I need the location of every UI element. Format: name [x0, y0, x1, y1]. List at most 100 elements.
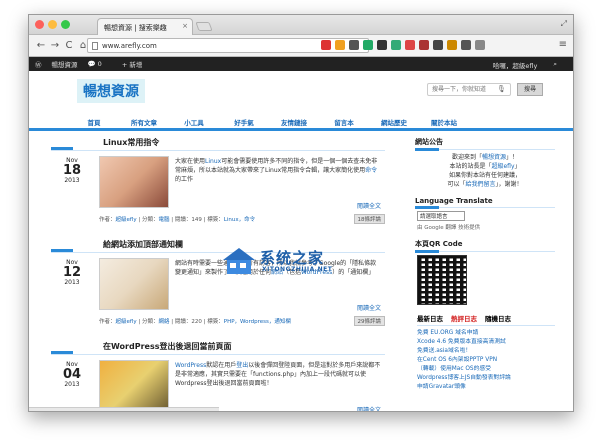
language-select[interactable]: 請選取語言 — [417, 211, 465, 221]
forward-button[interactable]: → — [49, 40, 61, 51]
extension-icons — [321, 40, 485, 50]
read-more-link[interactable]: 閱讀全文 — [357, 201, 381, 210]
active-tab[interactable]: 暢想資源 | 搜索樂趣 × — [97, 18, 193, 35]
notice-text: 歡迎來到「暢想資源」！ 本站的站長是「超級efly」 如果你對本站有任何建議， … — [447, 154, 523, 188]
watermark-url: XITONGZHIJIA.NET — [262, 266, 333, 273]
minimize-window-button[interactable] — [48, 20, 57, 29]
comments-count: 0 — [97, 60, 102, 68]
category-link[interactable]: 電腦 — [159, 217, 170, 223]
qr-title: 本頁QR Code — [415, 239, 555, 253]
recent-posts-list: 免費 EU.ORG 域名申請 Xcode 4.6 免費版本直接高清測試 免費送.as… — [417, 329, 555, 392]
back-button[interactable]: ← — [35, 40, 47, 51]
extension-icon[interactable] — [405, 40, 415, 50]
recent-post-link[interactable]: Wordpress博客上JS自動發表對評論 — [417, 374, 555, 383]
nav-item[interactable]: 所有文章 — [119, 117, 169, 128]
post-thumbnail[interactable] — [99, 156, 169, 208]
admin-greeting[interactable]: 哈囉，超級efly — [493, 60, 537, 70]
site-navigation: 首頁 所有文章 小工具 好手氣 友情鏈接 留言本 網站歷史 關於本站 — [29, 117, 573, 131]
category-link[interactable]: 網絡 — [159, 319, 170, 325]
guestbook-link[interactable]: 給我們留言 — [465, 181, 495, 188]
excerpt-link[interactable]: WordPress — [175, 362, 206, 369]
excerpt-link[interactable]: 命令 — [365, 167, 377, 174]
tab-close-icon[interactable]: × — [182, 22, 188, 30]
extension-icon[interactable] — [447, 40, 457, 50]
admin-comments[interactable]: 💬 0 — [88, 60, 112, 68]
tag-links[interactable]: PHP，Wordpress，通知欄 — [224, 319, 291, 325]
notice-widget: 網站公告 歡迎來到「暢想資源」！ 本站的站長是「超級efly」 如果你對本站有任… — [415, 137, 555, 189]
sidebar-tab[interactable]: 最新日志 — [417, 313, 443, 323]
site-name-link[interactable]: 暢想資源 — [482, 154, 506, 161]
post-tabs: 最新日志 熱評日志 隨機日志 — [417, 313, 555, 326]
horizontal-scrollbar[interactable] — [29, 407, 219, 411]
close-window-button[interactable] — [35, 20, 44, 29]
excerpt-link[interactable]: Linux — [205, 158, 221, 165]
recent-post-link[interactable]: 免費 EU.ORG 域名申請 — [417, 329, 555, 338]
post-excerpt: 大家在使用Linux可能會需要使用許多不同的指令，但是一個一個去查未免非常麻煩，… — [175, 158, 378, 183]
recent-post-link[interactable]: Xcode 4.6 免費版本直接高清測試 — [417, 338, 555, 347]
wordpress-logo-icon[interactable]: Ⓦ — [35, 59, 42, 69]
admin-name-link[interactable]: 超級efly — [491, 163, 514, 170]
nav-item[interactable]: 首頁 — [69, 117, 119, 128]
tag-links[interactable]: Linux，命令 — [224, 217, 255, 223]
watermark-house-icon — [223, 248, 255, 274]
recent-post-link[interactable]: 在Cent OS 6內架設PPTP VPN — [417, 356, 555, 365]
post-meta: 作者：超級efly | 分類：網絡 | 閱讀：220 | 標簽：PHP，Word… — [99, 319, 291, 325]
address-url: www.arefly.com — [102, 42, 157, 50]
browser-toolbar: ← → C ⌂ www.arefly.com ≡ — [29, 35, 573, 57]
tab-bar: 暢想資源 | 搜索樂趣 × ⤢ — [29, 15, 573, 35]
extension-icon[interactable] — [363, 40, 373, 50]
excerpt-link[interactable]: 登出 — [236, 362, 248, 369]
admin-site-name[interactable]: 暢想資源 — [52, 59, 78, 69]
menu-icon[interactable]: ≡ — [559, 39, 567, 50]
notice-title: 網站公告 — [415, 137, 555, 151]
site-logo[interactable]: 暢想資源 — [77, 79, 145, 103]
nav-item[interactable]: 網站歷史 — [369, 117, 419, 128]
read-more-link[interactable]: 閱讀全文 — [357, 303, 381, 312]
qr-code-image — [417, 255, 467, 305]
extension-icon[interactable] — [377, 40, 387, 50]
extension-icon[interactable] — [321, 40, 331, 50]
google-translate-credit[interactable]: 由 Google 翻譯 技術提供 — [417, 223, 555, 231]
site-search-button[interactable]: 搜尋 — [517, 83, 543, 96]
fullscreen-icon[interactable]: ⤢ — [561, 19, 567, 29]
sidebar-tab[interactable]: 隨機日志 — [485, 313, 511, 323]
zoom-window-button[interactable] — [61, 20, 70, 29]
nav-item[interactable]: 留言本 — [319, 117, 369, 128]
extension-icon[interactable] — [475, 40, 485, 50]
nav-item[interactable]: 好手氣 — [219, 117, 269, 128]
post-entry: 在WordPress登出後退回當前頁面 Nov 04 2013 WordPres… — [51, 341, 385, 411]
site-header: 暢想資源 🎙 搜尋 — [29, 71, 573, 117]
reload-button[interactable]: C — [63, 40, 75, 51]
admin-search-icon[interactable]: ⌕ — [553, 60, 557, 70]
post-thumbnail[interactable] — [99, 258, 169, 310]
post-thumbnail[interactable] — [99, 360, 169, 411]
translate-widget: Language Translate 請選取語言 由 Google 翻譯 技術提… — [415, 197, 555, 231]
tab-title: 暢想資源 | 搜索樂趣 — [104, 24, 167, 32]
new-tab-button[interactable] — [195, 22, 213, 31]
author-link[interactable]: 超級efly — [116, 319, 137, 325]
post-title[interactable]: Linux常用指令 — [51, 137, 385, 151]
wordpress-admin-bar: Ⓦ 暢想資源 💬 0 + 新增 哈囉，超級efly ⌕ — [29, 57, 573, 71]
nav-item[interactable]: 友情鏈接 — [269, 117, 319, 128]
microphone-icon[interactable]: 🎙 — [497, 85, 506, 93]
nav-item[interactable]: 小工具 — [169, 117, 219, 128]
sidebar-tab[interactable]: 熱評日志 — [451, 313, 477, 323]
extension-icon[interactable] — [391, 40, 401, 50]
post-title[interactable]: 在WordPress登出後退回當前頁面 — [51, 341, 385, 355]
extension-icon[interactable] — [461, 40, 471, 50]
post-meta: 作者：超級efly | 分類：電腦 | 閱讀：149 | 標簽：Linux，命令 — [99, 217, 256, 223]
web-page: 暢想資源 🎙 搜尋 首頁所有文章小工具好手氣友情鏈接留言本網站歷史關於本站 Li… — [29, 71, 573, 411]
recent-post-link[interactable]: 免費送.asia域名啦！ — [417, 347, 555, 356]
nav-item[interactable]: 關於本站 — [419, 117, 469, 128]
comment-count-badge[interactable]: 29條評論 — [353, 316, 385, 326]
recent-post-link[interactable]: 申請Gravatar頭像 — [417, 383, 555, 392]
extension-icon[interactable] — [419, 40, 429, 50]
extension-icon[interactable] — [433, 40, 443, 50]
recent-post-link[interactable]: （轉載）使用Mac OS的感受 — [417, 365, 555, 374]
extension-icon[interactable] — [349, 40, 359, 50]
extension-icon[interactable] — [335, 40, 345, 50]
read-more-link[interactable]: 閱讀全文 — [357, 405, 381, 411]
comment-count-badge[interactable]: 18條評論 — [353, 214, 385, 224]
author-link[interactable]: 超級efly — [116, 217, 137, 223]
admin-new-button[interactable]: + 新增 — [122, 59, 143, 69]
